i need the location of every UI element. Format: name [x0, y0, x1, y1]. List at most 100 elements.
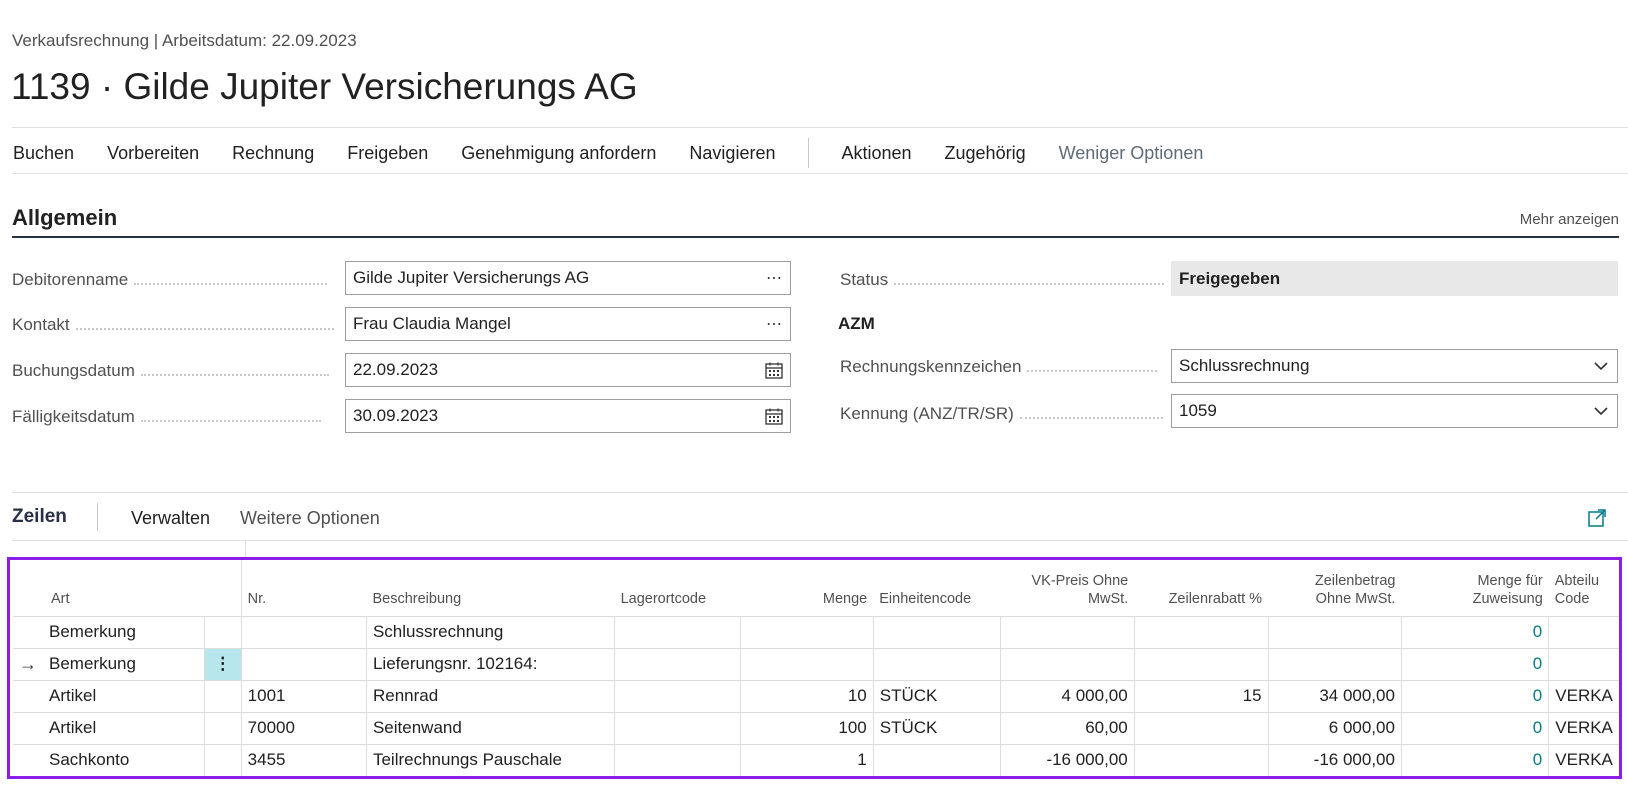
col-header-menge[interactable]: Menge [740, 560, 873, 616]
cell-art[interactable]: Bemerkung [43, 647, 205, 680]
cell-zeilenbetrag[interactable]: 34 000,00 [1267, 679, 1402, 712]
col-header-beschreibung[interactable]: Beschreibung [366, 560, 614, 616]
cell-menge-zuweisung[interactable]: 0 [1400, 679, 1549, 712]
azm-group-title: AZM [838, 314, 875, 333]
cell-beschreibung[interactable]: Teilrechnungs Pauschale [365, 743, 615, 776]
col-header-vk-preis[interactable]: VK-Preis Ohne MwSt. [1000, 560, 1134, 616]
show-more-link[interactable]: Mehr anzeigen [1520, 211, 1619, 228]
cell-zeilenbetrag[interactable]: -16 000,00 [1267, 743, 1402, 776]
cell-zeilenrabatt[interactable] [1133, 711, 1269, 744]
cell-vk-preis[interactable]: 4 000,00 [999, 679, 1135, 712]
col-header-zeilenrabatt[interactable]: Zeilenrabatt % [1134, 560, 1268, 616]
cell-menge[interactable] [739, 615, 874, 648]
cell-beschreibung[interactable]: Schlussrechnung [365, 615, 615, 648]
cell-beschreibung[interactable]: Rennrad [365, 679, 615, 712]
cell-einheitencode[interactable]: STÜCK [872, 679, 1001, 712]
cell-einheitencode[interactable] [872, 615, 1001, 648]
col-header-nr[interactable]: Nr. [240, 560, 367, 616]
col-header-menge-zuweisung[interactable]: Menge für Zuweisung [1401, 560, 1548, 616]
cell-lagerortcode[interactable] [614, 679, 741, 712]
rechnungskennzeichen-select[interactable]: Schlussrechnung [1171, 349, 1618, 383]
cell-vk-preis[interactable]: 60,00 [999, 711, 1135, 744]
action-genehmigung[interactable]: Genehmigung anfordern [461, 143, 656, 164]
action-buchen[interactable]: Buchen [13, 143, 74, 164]
more-icon[interactable]: ⋯ [758, 314, 790, 334]
cell-art[interactable]: Bemerkung [43, 615, 205, 648]
cell-menge-zuweisung[interactable]: 0 [1400, 615, 1549, 648]
cell-abteilung[interactable]: VERKA [1548, 679, 1619, 712]
cell-nr[interactable]: 1001 [240, 679, 367, 712]
cell-vk-preis[interactable]: -16 000,00 [999, 743, 1135, 776]
action-rechnung[interactable]: Rechnung [232, 143, 314, 164]
col-header-einheitencode[interactable]: Einheitencode [873, 560, 1000, 616]
table-row[interactable]: → Bemerkung ⋮ Lieferungsnr. 102164: 0 [13, 647, 1619, 680]
kontakt-field[interactable]: Frau Claudia Mangel ⋯ [345, 307, 791, 341]
status-value: Freigegeben [1171, 261, 1618, 296]
cell-menge[interactable] [739, 647, 874, 680]
buchungsdatum-field[interactable]: 22.09.2023 [345, 353, 791, 387]
cell-zeilenrabatt[interactable]: 15 [1133, 679, 1269, 712]
cell-nr[interactable] [240, 615, 367, 648]
cell-abteilung[interactable]: VERKA [1548, 711, 1619, 744]
cell-lagerortcode[interactable] [614, 615, 741, 648]
cell-art[interactable]: Artikel [43, 679, 205, 712]
col-header-art[interactable]: Art [43, 560, 204, 616]
table-row[interactable]: Artikel 1001 Rennrad 10 STÜCK 4 000,00 1… [13, 679, 1619, 712]
cell-nr[interactable]: 70000 [240, 711, 367, 744]
row-actions-icon[interactable]: ⋮ [203, 647, 242, 680]
cell-einheitencode[interactable] [872, 743, 1001, 776]
cell-zeilenbetrag[interactable] [1267, 615, 1402, 648]
cell-nr[interactable]: 3455 [240, 743, 367, 776]
col-header-lagerortcode[interactable]: Lagerortcode [615, 560, 741, 616]
cell-zeilenrabatt[interactable] [1133, 615, 1269, 648]
cell-art[interactable]: Artikel [43, 711, 205, 744]
cell-menge-zuweisung[interactable]: 0 [1400, 711, 1549, 744]
more-options-button[interactable]: Weitere Optionen [240, 508, 380, 529]
action-weniger-optionen[interactable]: Weniger Optionen [1059, 143, 1204, 164]
table-row[interactable]: Bemerkung Schlussrechnung 0 [13, 615, 1619, 648]
cell-zeilenbetrag[interactable] [1267, 647, 1402, 680]
cell-menge-zuweisung[interactable]: 0 [1400, 647, 1549, 680]
faelligkeitsdatum-field[interactable]: 30.09.2023 [345, 399, 791, 433]
cell-zeilenrabatt[interactable] [1133, 743, 1269, 776]
cell-beschreibung[interactable]: Seitenwand [365, 711, 615, 744]
cell-lagerortcode[interactable] [614, 647, 741, 680]
cell-einheitencode[interactable] [872, 647, 1001, 680]
action-navigieren[interactable]: Navigieren [689, 143, 775, 164]
label-faelligkeitsdatum: Fälligkeitsdatum [12, 407, 321, 427]
table-row[interactable]: Artikel 70000 Seitenwand 100 STÜCK 60,00… [13, 711, 1619, 744]
cell-art[interactable]: Sachkonto [43, 743, 205, 776]
cell-lagerortcode[interactable] [614, 743, 741, 776]
cell-zeilenrabatt[interactable] [1133, 647, 1269, 680]
cell-zeilenbetrag[interactable]: 6 000,00 [1267, 711, 1402, 744]
cell-abteilung[interactable] [1548, 647, 1619, 680]
expand-icon[interactable] [1588, 509, 1606, 527]
cell-menge[interactable]: 100 [739, 711, 874, 744]
cell-einheitencode[interactable]: STÜCK [872, 711, 1001, 744]
cell-abteilung[interactable] [1548, 615, 1619, 648]
col-header-abteilung[interactable]: Abteilu Code [1549, 560, 1619, 616]
cell-menge[interactable]: 10 [739, 679, 874, 712]
chevron-down-icon [1585, 406, 1617, 416]
divider [12, 492, 1628, 493]
debitorenname-field[interactable]: Gilde Jupiter Versicherungs AG ⋯ [345, 261, 791, 295]
action-aktionen[interactable]: Aktionen [841, 143, 911, 164]
calendar-icon[interactable] [758, 362, 790, 379]
cell-abteilung[interactable]: VERKA [1548, 743, 1619, 776]
cell-vk-preis[interactable] [999, 647, 1135, 680]
more-icon[interactable]: ⋯ [758, 268, 790, 288]
cell-lagerortcode[interactable] [614, 711, 741, 744]
kennung-select[interactable]: 1059 [1171, 394, 1618, 428]
calendar-icon[interactable] [758, 408, 790, 425]
cell-vk-preis[interactable] [999, 615, 1135, 648]
col-header-zeilenbetrag[interactable]: Zeilenbetrag Ohne MwSt. [1268, 560, 1401, 616]
cell-beschreibung[interactable]: Lieferungsnr. 102164: [365, 647, 615, 680]
cell-menge[interactable]: 1 [739, 743, 874, 776]
action-vorbereiten[interactable]: Vorbereiten [107, 143, 199, 164]
action-freigeben[interactable]: Freigeben [347, 143, 428, 164]
manage-button[interactable]: Verwalten [131, 508, 210, 529]
cell-menge-zuweisung[interactable]: 0 [1400, 743, 1549, 776]
cell-nr[interactable] [240, 647, 367, 680]
action-zugehoerig[interactable]: Zugehörig [945, 143, 1026, 164]
table-row[interactable]: Sachkonto 3455 Teilrechnungs Pauschale 1… [13, 743, 1619, 776]
